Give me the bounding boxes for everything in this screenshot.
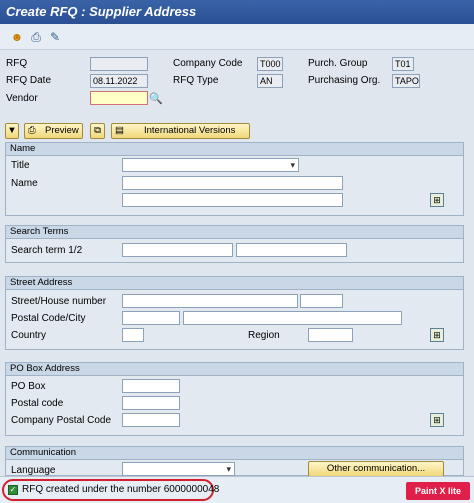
postal-city-label: Postal Code/City (11, 313, 86, 324)
company-postal-label: Company Postal Code (11, 415, 112, 426)
rfq-label: RFQ (6, 58, 28, 69)
language-dropdown[interactable] (122, 462, 235, 476)
po-box-field[interactable] (122, 379, 180, 393)
vendor-label: Vendor (6, 93, 38, 104)
more-fields-icon[interactable]: ⊞ (430, 413, 444, 427)
other-communication-button[interactable]: Other communication... (308, 461, 444, 477)
purch-group-field[interactable]: T01 (392, 57, 414, 71)
more-fields-icon[interactable]: ⊞ (430, 328, 444, 342)
international-versions-button[interactable]: ▤ International Versions (111, 123, 250, 139)
search-term-1-field[interactable] (122, 243, 233, 257)
edit-icon[interactable]: ✎ (48, 30, 62, 44)
copy-icon: ⧉ (94, 125, 101, 136)
region-field[interactable] (308, 328, 353, 342)
rfq-date-label: RFQ Date (6, 75, 52, 86)
po-postal-field[interactable] (122, 396, 180, 410)
title-label: Title (11, 160, 30, 171)
name1-field[interactable] (122, 176, 343, 190)
rfq-type-label: RFQ Type (173, 75, 219, 86)
po-postal-label: Postal code (11, 398, 64, 409)
purch-org-field[interactable]: TAPO (392, 74, 420, 88)
international-versions-label: International Versions (144, 125, 236, 136)
country-label: Country (11, 330, 47, 341)
street-field[interactable] (122, 294, 298, 308)
search-terms-title: Search Terms (6, 226, 463, 239)
po-box-label: PO Box (11, 381, 46, 392)
street-label: Street/House number (11, 296, 107, 307)
region-label: Region (248, 330, 280, 341)
expand-button[interactable]: ▼ (5, 123, 19, 139)
application-toolbar: ☻ ⎙ ✎ (0, 24, 474, 50)
house-number-field[interactable] (300, 294, 343, 308)
city-field[interactable] (183, 311, 402, 325)
search-term-2-field[interactable] (236, 243, 347, 257)
preview-label: Preview (45, 125, 79, 136)
country-field[interactable] (122, 328, 144, 342)
address-version-button[interactable]: ⧉ (90, 123, 105, 139)
printer-icon: ⎙ (28, 125, 36, 136)
window-title: Create RFQ : Supplier Address (6, 4, 197, 19)
title-bar: Create RFQ : Supplier Address (0, 0, 474, 24)
language-label: Language (11, 465, 56, 476)
name-label: Name (11, 178, 38, 189)
postal-code-field[interactable] (122, 311, 180, 325)
rfq-date-field[interactable]: 08.11.2022 (90, 74, 148, 88)
company-code-label: Company Code (173, 58, 243, 69)
street-address-title: Street Address (6, 277, 463, 290)
title-dropdown[interactable] (122, 158, 299, 172)
company-postal-field[interactable] (122, 413, 180, 427)
preview-button[interactable]: ⎙ Preview (24, 123, 83, 139)
versions-icon: ▤ (115, 125, 124, 136)
name-section-title: Name (6, 143, 463, 156)
communication-title: Communication (6, 447, 463, 460)
collapse-arrow-icon: ▼ (7, 125, 17, 136)
watermark-logo: Paint X lite (406, 482, 470, 500)
printer-icon[interactable]: ⎙ (29, 30, 43, 44)
search-help-icon[interactable]: 🔍 (149, 92, 163, 106)
rfq-type-field[interactable]: AN (257, 74, 283, 88)
more-fields-icon[interactable]: ⊞ (430, 193, 444, 207)
rfq-number-field[interactable] (90, 57, 148, 71)
company-code-field[interactable]: T000 (257, 57, 283, 71)
purch-group-label: Purch. Group (308, 58, 368, 69)
status-message[interactable]: RFQ created under the number 6000000048 (22, 484, 219, 495)
search-terms-section: Search Terms (5, 225, 464, 263)
search-term-label: Search term 1/2 (11, 245, 83, 256)
name2-field[interactable] (122, 193, 343, 207)
vendor-field[interactable] (90, 91, 148, 105)
success-icon: ✓ (8, 485, 18, 495)
purch-org-label: Purchasing Org. (308, 75, 381, 86)
po-box-title: PO Box Address (6, 363, 463, 376)
person-icon[interactable]: ☻ (10, 30, 24, 44)
status-bar: ✓ RFQ created under the number 600000004… (0, 476, 474, 503)
